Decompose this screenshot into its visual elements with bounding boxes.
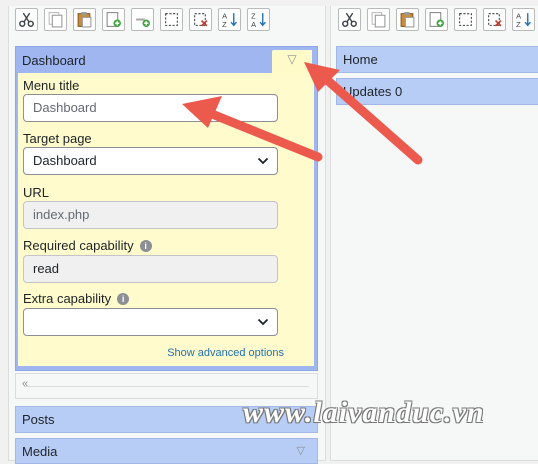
selection-icon — [165, 13, 178, 26]
delete-button[interactable] — [189, 8, 212, 31]
sort-ascending-button[interactable]: AZ — [218, 8, 241, 31]
selection-icon — [459, 13, 472, 26]
menu-item-media[interactable]: Media ▽ — [15, 438, 318, 464]
new-menu-icon — [106, 12, 121, 27]
menu-title-placeholder: Dashboard — [33, 100, 97, 115]
paste-button[interactable] — [396, 8, 419, 31]
copy-icon — [48, 12, 63, 28]
menu-title-label: Menu title — [23, 78, 80, 93]
cut-icon — [19, 12, 34, 27]
svg-text:Z: Z — [222, 20, 227, 28]
svg-text:Z: Z — [516, 20, 521, 28]
menu-title-input[interactable]: Dashboard — [23, 94, 278, 122]
show-advanced-options-link[interactable]: Show advanced options — [167, 347, 284, 359]
cut-button[interactable] — [15, 8, 38, 31]
new-menu-button[interactable] — [425, 8, 448, 31]
cut-icon — [342, 12, 357, 27]
paste-button[interactable] — [73, 8, 96, 31]
new-separator-icon — [136, 18, 150, 27]
new-menu-button[interactable] — [102, 8, 125, 31]
menu-item-media-label: Media — [22, 444, 58, 459]
chevron-down-icon — [257, 157, 269, 165]
copy-button[interactable] — [367, 8, 390, 31]
submenu-toolbar: AZ — [338, 8, 535, 36]
scroll-left-icon: « — [22, 378, 29, 390]
submenu-item-home-label: Home — [343, 52, 378, 67]
url-value: index.php — [33, 207, 90, 222]
help-icon[interactable]: i — [139, 240, 152, 252]
sort-descending-button[interactable]: ZA — [247, 8, 270, 31]
sort-ascending-icon: AZ — [222, 11, 237, 28]
new-separator-button[interactable] — [131, 8, 154, 31]
new-menu-icon — [429, 12, 444, 27]
menu-item-posts-label: Posts — [22, 412, 55, 427]
copy-icon — [371, 12, 386, 28]
sort-descending-icon: ZA — [251, 11, 266, 28]
sort-ascending-button[interactable]: AZ — [512, 8, 535, 31]
extra-capability-text: Extra capability — [23, 291, 112, 306]
separator-line — [24, 386, 309, 387]
cut-button[interactable] — [338, 8, 361, 31]
extra-capability-select[interactable] — [23, 308, 278, 336]
menu-item-editor: Menu title Dashboard Target page Dashboa… — [18, 73, 314, 366]
required-capability-field: read — [23, 255, 278, 283]
required-capability-text: Required capability — [23, 238, 134, 253]
url-field: index.php — [23, 201, 278, 229]
target-page-value: Dashboard — [33, 153, 97, 168]
delete-icon — [194, 13, 208, 27]
watermark: www.laivanduc.vn — [243, 396, 485, 429]
paste-icon — [400, 12, 415, 28]
submenu-item-home[interactable]: Home — [336, 46, 538, 73]
paste-icon — [77, 12, 92, 28]
submenu-panel — [330, 6, 538, 461]
required-capability-label: Required capability i — [23, 238, 152, 253]
copy-button[interactable] — [44, 8, 67, 31]
expand-toggle-icon[interactable]: ▽ — [297, 439, 305, 464]
target-page-label: Target page — [23, 131, 92, 146]
menu-item-dashboard[interactable]: Dashboard ▽ Menu title Dashboard Target … — [15, 46, 318, 371]
url-label: URL — [23, 185, 50, 200]
submenu-item-updates-label: Updates 0 — [343, 84, 403, 99]
selection-button[interactable] — [454, 8, 477, 31]
target-page-select[interactable]: Dashboard — [23, 147, 278, 175]
extra-capability-label: Extra capability i — [23, 291, 130, 306]
svg-text:A: A — [251, 20, 256, 28]
selection-button[interactable] — [160, 8, 183, 31]
submenu-item-updates[interactable]: Updates 0 — [336, 78, 538, 105]
parent-menu-toolbar: AZ ZA — [15, 8, 270, 36]
chevron-down-icon — [257, 318, 269, 326]
sort-ascending-icon: AZ — [516, 11, 531, 28]
delete-icon — [488, 13, 502, 27]
help-icon[interactable]: i — [117, 293, 130, 305]
required-capability-value: read — [33, 261, 60, 276]
delete-button[interactable] — [483, 8, 506, 31]
